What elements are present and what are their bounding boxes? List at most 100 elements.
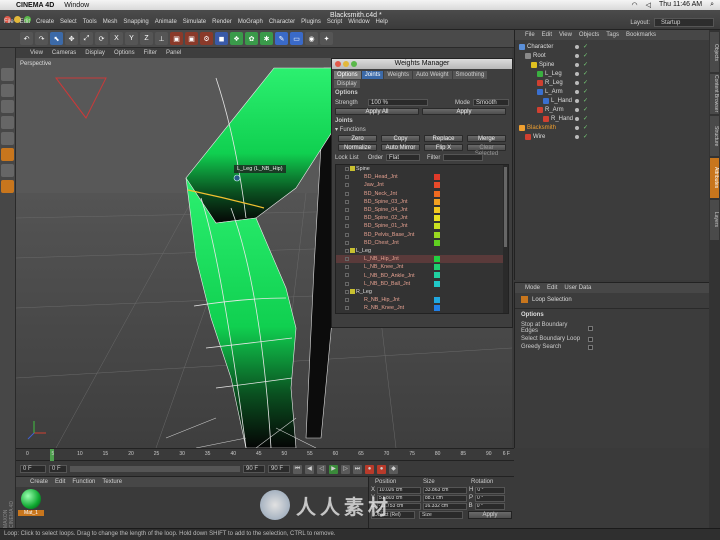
menubar-clock[interactable]: Thu 11:46 AM [659,1,702,9]
next-frame-icon[interactable]: ▷ [341,464,350,474]
size-mode-dropdown[interactable]: Size [419,511,463,519]
joint-row[interactable]: Jaw_Jnt [336,181,508,189]
menu-render[interactable]: Render [212,19,232,25]
edges-mode-icon[interactable] [1,148,14,161]
enabled-check-icon[interactable]: ✓ [583,115,588,122]
object-menu-objects[interactable]: Objects [579,32,599,38]
lock-checkbox[interactable] [345,232,349,237]
clear-selected-button[interactable]: Clear Selected [467,144,506,157]
viewport-menu-panel[interactable]: Panel [166,50,181,56]
object-row[interactable]: R_Hand ✓ [515,114,709,123]
menu-tools[interactable]: Tools [83,19,97,25]
joint-group[interactable]: Spine [336,165,508,173]
wm-close-button[interactable] [335,61,341,67]
redo-icon[interactable]: ↷ [35,32,48,45]
position-field[interactable]: -11.753 cm [376,502,421,510]
material-menu-texture[interactable]: Texture [102,479,122,485]
cube-icon[interactable]: ◼ [215,32,228,45]
x-axis-icon[interactable]: X [110,32,123,45]
range-slider[interactable] [70,466,240,472]
menu-mesh[interactable]: Mesh [103,19,118,25]
filter-input[interactable] [443,154,484,161]
menu-select[interactable]: Select [60,19,77,25]
side-tab-structure[interactable]: Structure [710,116,719,156]
mac-menu-window[interactable]: Window [64,2,89,9]
lock-checkbox[interactable] [345,207,349,212]
prev-frame-icon[interactable]: ◁ [317,464,326,474]
lock-checkbox[interactable] [345,257,349,262]
weights-manager-titlebar[interactable]: Weights Manager [332,59,512,69]
play-icon[interactable]: ▶ [329,464,338,474]
order-dropdown[interactable]: Flat [386,154,421,161]
lock-checkbox[interactable] [345,273,349,278]
tab-auto-weight[interactable]: Auto Weight [412,71,452,79]
normalize-button[interactable]: Normalize [338,144,377,151]
volume-icon[interactable]: ◁ [646,1,651,9]
y-axis-icon[interactable]: Y [125,32,138,45]
enabled-check-icon[interactable]: ✓ [583,70,588,77]
lock-checkbox[interactable] [345,183,349,188]
wm-zoom-button[interactable] [351,61,357,67]
visibility-icon[interactable] [575,62,579,67]
rotation-field[interactable]: 0 ° [475,486,506,494]
model-mode-icon[interactable] [1,84,14,97]
viewport-menu-display[interactable]: Display [85,50,105,56]
slider-start-field[interactable]: 0 F [49,465,67,473]
side-tab-content-browser[interactable]: Content Browser [710,74,719,114]
lock-checkbox[interactable] [345,248,349,253]
side-tab-layers[interactable]: Layers [710,200,719,240]
joint-list[interactable]: Spine BD_Head_Jnt Jaw_Jnt BD_Neck_Jnt BD_Spi… [335,164,509,314]
select-boundary-loop-option[interactable]: Select Boundary Loop [515,335,709,343]
visibility-icon[interactable] [575,134,579,139]
menu-create[interactable]: Create [36,19,54,25]
hip-joint-icon[interactable] [233,174,241,182]
menu-mograph[interactable]: MoGraph [238,19,263,25]
object-row[interactable]: Root ✓ [515,51,709,60]
lock-checkbox[interactable] [345,191,349,196]
joint-group[interactable]: R_Leg [336,288,508,296]
object-row[interactable]: L_Arm ✓ [515,87,709,96]
enabled-check-icon[interactable]: ✓ [583,61,588,68]
replace-button[interactable]: Replace [424,135,463,142]
joint-group[interactable]: L_Leg [336,247,508,255]
go-to-end-icon[interactable]: ⏭ [353,464,362,474]
object-menu-bookmarks[interactable]: Bookmarks [626,32,656,38]
move-icon[interactable]: ✥ [65,32,78,45]
rotation-field[interactable]: 0 ° [475,494,506,502]
deformer-icon[interactable]: ✱ [260,32,273,45]
joint-row[interactable]: BD_Spine_04_Jnt [336,206,508,214]
coordinates-apply-button[interactable]: Apply [468,511,512,519]
tab-options[interactable]: Options [334,71,361,79]
wm-minimize-button[interactable] [343,61,349,67]
joint-row[interactable]: L_NB_BD_Ball_Jnt [336,280,508,288]
enabled-check-icon[interactable]: ✓ [583,124,588,131]
lock-checkbox[interactable] [345,281,349,286]
slider-end-field[interactable]: 90 F [243,465,265,473]
points-mode-icon[interactable] [1,132,14,145]
joint-row[interactable]: L_NB_Hip_Jnt [336,255,508,264]
tab-weights[interactable]: Weights [384,71,412,79]
lock-checkbox[interactable] [345,216,349,221]
merge-button[interactable]: Merge [467,135,506,142]
stop-at-boundary-checkbox[interactable] [588,325,593,331]
joint-row[interactable]: BD_Pelvis_Base_Jnt [336,231,508,239]
camera-icon[interactable]: ◉ [305,32,318,45]
material-menu-create[interactable]: Create [30,479,48,485]
object-row[interactable]: L_Leg ✓ [515,69,709,78]
joint-row[interactable]: BD_Head_Jnt [336,173,508,181]
object-menu-edit[interactable]: Edit [542,32,552,38]
enabled-check-icon[interactable]: ✓ [583,97,588,104]
wm-functions-header[interactable]: ▾ Functions [332,126,512,135]
object-row[interactable]: R_Leg ✓ [515,78,709,87]
auto-mirror-button[interactable]: Auto Mirror [381,144,420,151]
flip-axis-dropdown[interactable]: Flip X [424,144,463,151]
lock-checkbox[interactable] [345,306,349,311]
object-row[interactable]: Character ✓ [515,42,709,51]
enabled-check-icon[interactable]: ✓ [583,106,588,113]
menu-window[interactable]: Window [348,19,369,25]
subdivision-icon[interactable]: ❖ [230,32,243,45]
lock-list-label[interactable]: Lock List [335,155,359,161]
joint-row[interactable]: BD_Spine_01_Jnt [336,222,508,230]
layout-dropdown[interactable]: Startup [654,18,714,27]
joint-row[interactable]: L_NB_Knee_Jnt [336,263,508,271]
